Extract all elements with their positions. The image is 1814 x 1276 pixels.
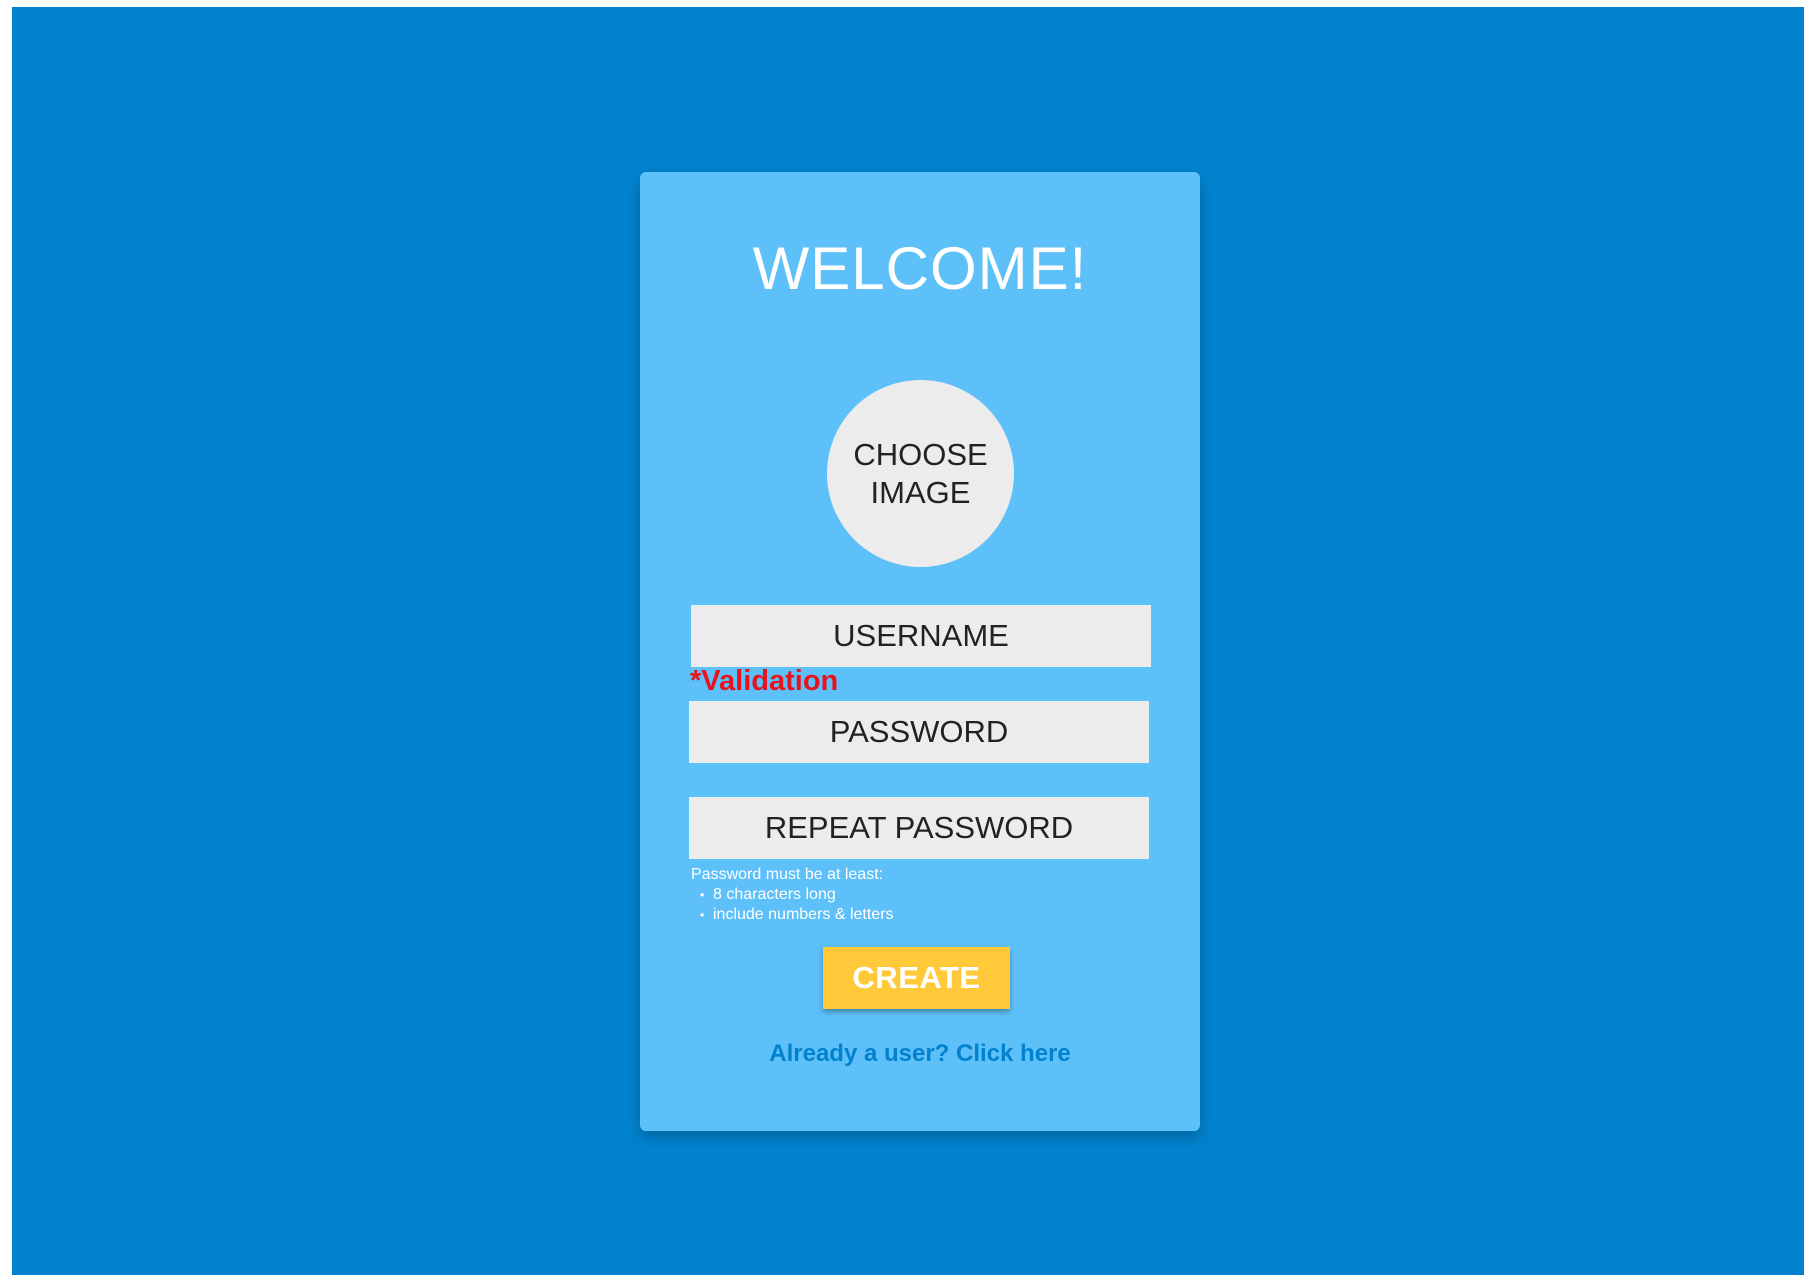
page-background: WELCOME! CHOOSE IMAGE USERNAME *Validati… <box>12 7 1804 1275</box>
create-button[interactable]: CREATE <box>823 947 1010 1009</box>
choose-image-button[interactable]: CHOOSE IMAGE <box>827 380 1014 567</box>
password-field[interactable]: PASSWORD <box>689 701 1149 763</box>
username-placeholder: USERNAME <box>833 618 1009 653</box>
signup-card: WELCOME! CHOOSE IMAGE USERNAME *Validati… <box>640 172 1200 1131</box>
password-requirements-intro: Password must be at least: <box>691 866 884 883</box>
validation-message: *Validation <box>690 665 839 697</box>
password-placeholder: PASSWORD <box>829 714 1009 749</box>
password-rule: include numbers & letters <box>700 905 893 925</box>
password-requirements: Password must be at least: 8 characters … <box>691 865 894 925</box>
password-rule: 8 characters long <box>700 885 894 905</box>
repeat-password-placeholder: REPEAT PASSWORD <box>764 810 1074 845</box>
login-link[interactable]: Already a user? Click here <box>640 1040 1200 1068</box>
password-rules-list: 8 characters long include numbers & lett… <box>691 885 894 925</box>
repeat-password-field[interactable]: REPEAT PASSWORD <box>689 797 1149 859</box>
choose-image-label: CHOOSE IMAGE <box>853 436 988 510</box>
username-field[interactable]: USERNAME <box>691 605 1151 667</box>
welcome-title: WELCOME! <box>752 235 1088 302</box>
